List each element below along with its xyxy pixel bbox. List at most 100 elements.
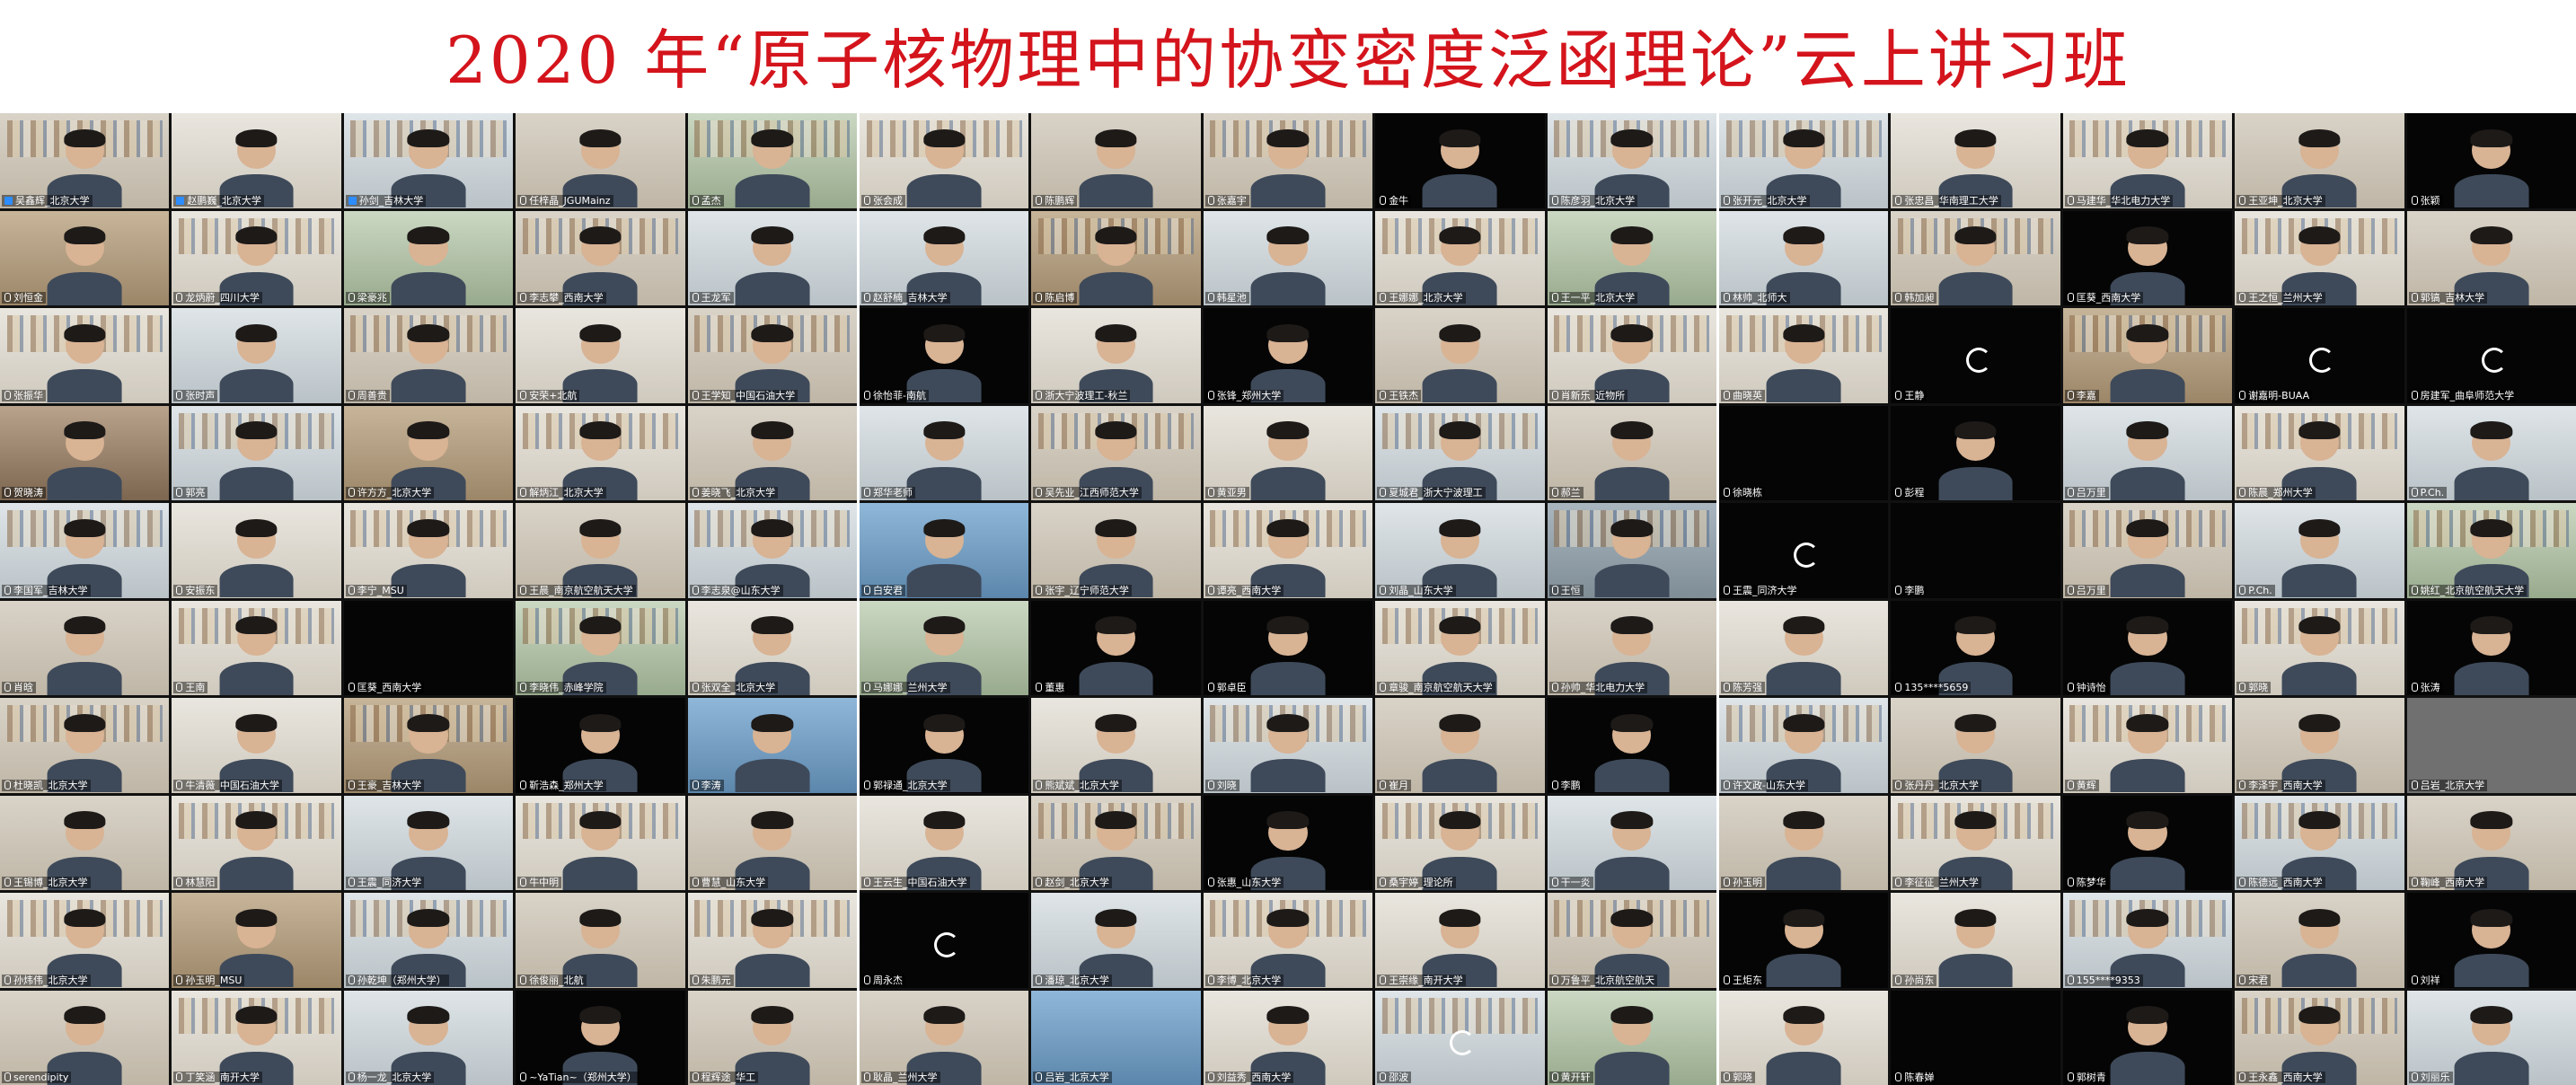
participant-video-tile[interactable]: 郭禄通_北京大学: [860, 698, 1029, 793]
participant-video-tile[interactable]: 刘晶_山东大学: [1375, 503, 1545, 598]
participant-video-tile[interactable]: 解炳江_北京大学: [516, 405, 685, 500]
participant-video-tile[interactable]: 张颖: [2406, 113, 2576, 208]
participant-video-tile[interactable]: 李嘉: [2062, 308, 2233, 403]
participant-video-tile[interactable]: 陈春婵: [1891, 990, 2060, 1085]
participant-video-tile[interactable]: 孙帅_华北电力大学: [1547, 600, 1716, 695]
participant-video-tile[interactable]: 王亚坤_北京大学: [2235, 113, 2404, 208]
participant-video-tile[interactable]: 张忠昌_华南理工大学: [1891, 113, 2060, 208]
participant-video-tile[interactable]: 陈启博: [1031, 210, 1201, 305]
participant-video-tile[interactable]: 王龙军: [687, 210, 857, 305]
participant-video-tile[interactable]: 王锡博_北京大学: [0, 795, 170, 890]
participant-video-tile[interactable]: 王南: [172, 600, 341, 695]
participant-video-tile[interactable]: 王恒: [1547, 503, 1716, 598]
participant-video-tile[interactable]: 钟诗怡: [2062, 600, 2233, 695]
participant-video-tile[interactable]: 邵波: [1375, 990, 1545, 1085]
participant-video-tile[interactable]: 李涛: [687, 698, 857, 793]
participant-video-tile[interactable]: 赵剑_北京大学: [1031, 795, 1201, 890]
participant-video-tile[interactable]: 李鹏: [1547, 698, 1716, 793]
participant-video-tile[interactable]: P.Ch.: [2235, 503, 2404, 598]
participant-video-tile[interactable]: 李博_北京大学: [1203, 893, 1373, 988]
participant-video-tile[interactable]: 牛清薇_中国石油大学: [172, 698, 341, 793]
participant-video-tile[interactable]: 郭亮: [172, 405, 341, 500]
participant-video-tile[interactable]: 张双全_北京大学: [687, 600, 857, 695]
participant-video-tile[interactable]: 鞠峰_西南大学: [2406, 795, 2576, 890]
participant-video-tile[interactable]: 杜晓凯_北京大学: [0, 698, 170, 793]
participant-video-tile[interactable]: 郭镐_吉林大学: [2406, 210, 2576, 305]
participant-video-tile[interactable]: 李国军_吉林大学: [0, 503, 170, 598]
participant-video-tile[interactable]: 王之恒_兰州大学: [2235, 210, 2404, 305]
participant-video-tile[interactable]: 徐怡菲-南航: [860, 308, 1029, 403]
participant-video-tile[interactable]: 贺晓涛: [0, 405, 170, 500]
participant-video-tile[interactable]: 王一平_北京大学: [1547, 210, 1716, 305]
participant-video-tile[interactable]: 林帅_北师大: [1719, 210, 1889, 305]
participant-video-tile[interactable]: 陈芳强: [1719, 600, 1889, 695]
participant-video-tile[interactable]: 孙尚东: [1891, 893, 2060, 988]
participant-video-tile[interactable]: 韩加昶: [1891, 210, 2060, 305]
participant-video-tile[interactable]: 安振东: [172, 503, 341, 598]
participant-video-tile[interactable]: 肖新乐_近物所: [1547, 308, 1716, 403]
participant-video-tile[interactable]: 郭卓臣: [1203, 600, 1373, 695]
participant-video-tile[interactable]: 王炬东: [1719, 893, 1889, 988]
participant-video-tile[interactable]: 牛中明: [516, 795, 685, 890]
participant-video-tile[interactable]: 马娜娜_兰州大学: [860, 600, 1029, 695]
participant-video-tile[interactable]: 吴鑫辉_北京大学: [0, 113, 170, 208]
participant-video-tile[interactable]: 王震_同济大学: [1719, 503, 1889, 598]
participant-video-tile[interactable]: 郭晓: [1719, 990, 1889, 1085]
participant-video-tile[interactable]: 郭树青: [2062, 990, 2233, 1085]
participant-video-tile[interactable]: 孙炜伟_北京大学: [0, 893, 170, 988]
participant-video-tile[interactable]: 靳浩森_郑州大学: [516, 698, 685, 793]
participant-video-tile[interactable]: 李宁_MSU: [343, 503, 514, 598]
participant-video-tile[interactable]: 崔月: [1375, 698, 1545, 793]
participant-video-tile[interactable]: 张时声: [172, 308, 341, 403]
participant-video-tile[interactable]: 郭晓: [2235, 600, 2404, 695]
participant-video-tile[interactable]: 宋君: [2235, 893, 2404, 988]
participant-video-tile[interactable]: 许文政-山东大学: [1719, 698, 1889, 793]
participant-video-tile[interactable]: 吕万里: [2062, 503, 2233, 598]
participant-video-tile[interactable]: 曹慧_山东大学: [687, 795, 857, 890]
participant-video-tile[interactable]: 金牛: [1375, 113, 1545, 208]
participant-video-tile[interactable]: 王云生_中国石油大学: [860, 795, 1029, 890]
participant-video-tile[interactable]: 陈彦羽_北京大学: [1547, 113, 1716, 208]
participant-video-tile[interactable]: 干一炎: [1547, 795, 1716, 890]
participant-video-tile[interactable]: 安荣+北航: [516, 308, 685, 403]
participant-video-tile[interactable]: 孙乾坤（郑州大学）: [343, 893, 514, 988]
participant-video-tile[interactable]: 丁笑涵_南开大学: [172, 990, 341, 1085]
participant-video-tile[interactable]: 孟杰: [687, 113, 857, 208]
participant-video-tile[interactable]: 王震_同济大学: [343, 795, 514, 890]
participant-video-tile[interactable]: P.Ch.: [2406, 405, 2576, 500]
participant-video-tile[interactable]: 匡葵_西南大学: [343, 600, 514, 695]
participant-video-tile[interactable]: 朱鹏元: [687, 893, 857, 988]
participant-video-tile[interactable]: 王铁杰: [1375, 308, 1545, 403]
participant-video-tile[interactable]: 吴先业_江西师范大学: [1031, 405, 1201, 500]
participant-video-tile[interactable]: 肖晗: [0, 600, 170, 695]
participant-video-tile[interactable]: 匡葵_西南大学: [2062, 210, 2233, 305]
participant-video-tile[interactable]: 张嘉宇: [1203, 113, 1373, 208]
participant-video-tile[interactable]: 龙炳蔚_四川大学: [172, 210, 341, 305]
participant-video-tile[interactable]: 张会成: [860, 113, 1029, 208]
participant-video-tile[interactable]: 孙剑_吉林大学: [343, 113, 514, 208]
participant-video-tile[interactable]: 徐晓栋: [1719, 405, 1889, 500]
participant-video-tile[interactable]: 彭程: [1891, 405, 2060, 500]
participant-video-tile[interactable]: 陈梦华: [2062, 795, 2233, 890]
participant-video-tile[interactable]: 李志泉@山东大学: [687, 503, 857, 598]
participant-video-tile[interactable]: 张宇_辽宁师范大学: [1031, 503, 1201, 598]
participant-video-tile[interactable]: 谢嘉明-BUAA: [2235, 308, 2404, 403]
participant-video-tile[interactable]: 姚红_北京航空航天大学: [2406, 503, 2576, 598]
participant-video-tile[interactable]: 孙玉明_MSU: [172, 893, 341, 988]
participant-video-tile[interactable]: 张丹丹_北京大学: [1891, 698, 2060, 793]
participant-video-tile[interactable]: 刘晓: [1203, 698, 1373, 793]
participant-video-tile[interactable]: 135****5659: [1891, 600, 2060, 695]
participant-video-tile[interactable]: 陈晨_郑州大学: [2235, 405, 2404, 500]
participant-video-tile[interactable]: 刘丽乐: [2406, 990, 2576, 1085]
participant-video-tile[interactable]: 白安君: [860, 503, 1029, 598]
participant-video-tile[interactable]: 李鹏: [1891, 503, 2060, 598]
participant-video-tile[interactable]: 155****9353: [2062, 893, 2233, 988]
participant-video-tile[interactable]: 熊斌斌_北京大学: [1031, 698, 1201, 793]
participant-video-tile[interactable]: 任梓晶_JGUMainz: [516, 113, 685, 208]
participant-video-tile[interactable]: 梁豪兆: [343, 210, 514, 305]
participant-video-tile[interactable]: 夏城君_浙大宁波理工: [1375, 405, 1545, 500]
participant-video-tile[interactable]: 浙大宁波理工-秋兰: [1031, 308, 1201, 403]
participant-video-tile[interactable]: 谭亮_西南大学: [1203, 503, 1373, 598]
participant-video-tile[interactable]: 吕岩_北京大学: [1031, 990, 1201, 1085]
participant-video-tile[interactable]: 李征征_兰州大学: [1891, 795, 2060, 890]
